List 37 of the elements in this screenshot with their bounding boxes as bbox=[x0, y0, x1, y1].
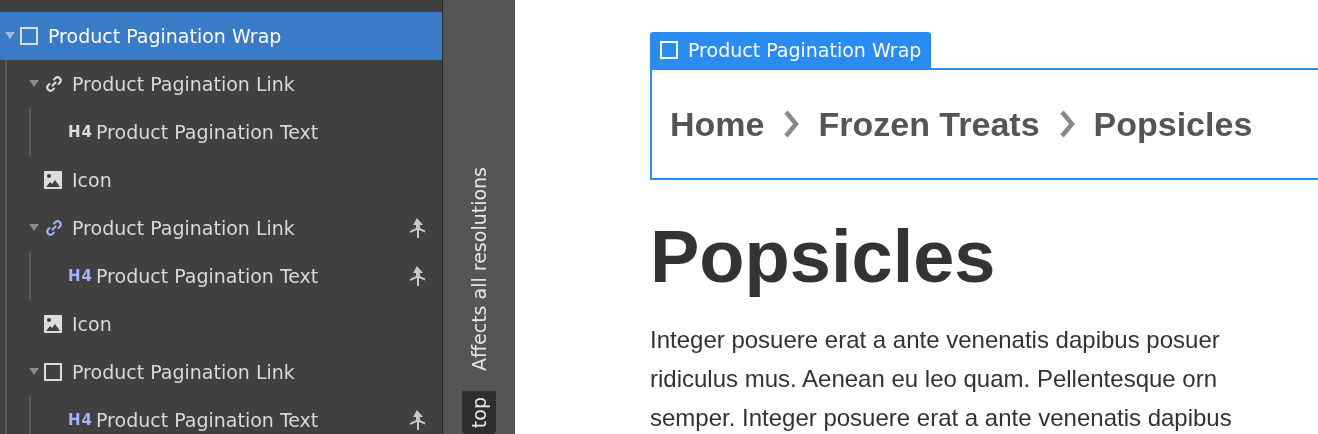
heading-tag-icon: H4 bbox=[68, 123, 93, 141]
paragraph-line: Integer posuere erat a ante venenatis dapibus posuer bbox=[650, 325, 1221, 355]
inherit-icon bbox=[409, 266, 425, 286]
resolution-note: Affects all resolutions bbox=[468, 166, 490, 371]
heading-tag-icon: H4 bbox=[68, 267, 93, 285]
image-icon bbox=[44, 171, 62, 189]
link-icon bbox=[44, 218, 64, 238]
navigator-item[interactable]: Icon bbox=[0, 300, 442, 348]
navigator-item[interactable]: H4 Product Pagination Text bbox=[0, 396, 442, 434]
caret-icon bbox=[29, 368, 39, 376]
heading-tag-icon: H4 bbox=[68, 411, 93, 429]
navigator-item[interactable]: Icon bbox=[0, 156, 442, 204]
breadcrumb-link[interactable]: Popsicles bbox=[1093, 104, 1253, 144]
box-icon bbox=[20, 27, 38, 45]
box-icon bbox=[660, 41, 678, 59]
image-icon bbox=[44, 315, 62, 333]
paragraph-line: semper. Integer posuere erat a ante venenatis dapibus bbox=[650, 403, 1233, 433]
breakpoint-tag[interactable]: top bbox=[462, 390, 496, 434]
navigator-item[interactable]: Product Pagination Wrap bbox=[0, 12, 442, 60]
navigator-item[interactable]: Product Pagination Link bbox=[0, 204, 442, 252]
navigator-item[interactable]: H4 Product Pagination Text bbox=[0, 252, 442, 300]
breadcrumb-link[interactable]: Frozen Treats bbox=[818, 104, 1040, 144]
inherit-icon bbox=[409, 410, 425, 430]
paragraph-line: ridiculus mus. Aenean eu leo quam. Pellentesque orn bbox=[650, 364, 1219, 394]
chevron-icon bbox=[782, 109, 801, 139]
navigator-item[interactable]: Product Pagination Link bbox=[0, 60, 442, 108]
caret-icon bbox=[29, 224, 39, 232]
inherit-icon bbox=[409, 218, 425, 238]
chevron-icon bbox=[1057, 109, 1076, 139]
link-icon bbox=[44, 74, 64, 94]
navigator-item[interactable]: Product Pagination Link bbox=[0, 348, 442, 396]
box-icon bbox=[44, 363, 62, 381]
caret-icon bbox=[29, 80, 39, 88]
selection-label-text: Product Pagination Wrap bbox=[688, 39, 922, 61]
caret-icon bbox=[5, 32, 15, 40]
navigator-item[interactable]: H4 Product Pagination Text bbox=[0, 108, 442, 156]
breadcrumb-link[interactable]: Home bbox=[670, 104, 765, 144]
